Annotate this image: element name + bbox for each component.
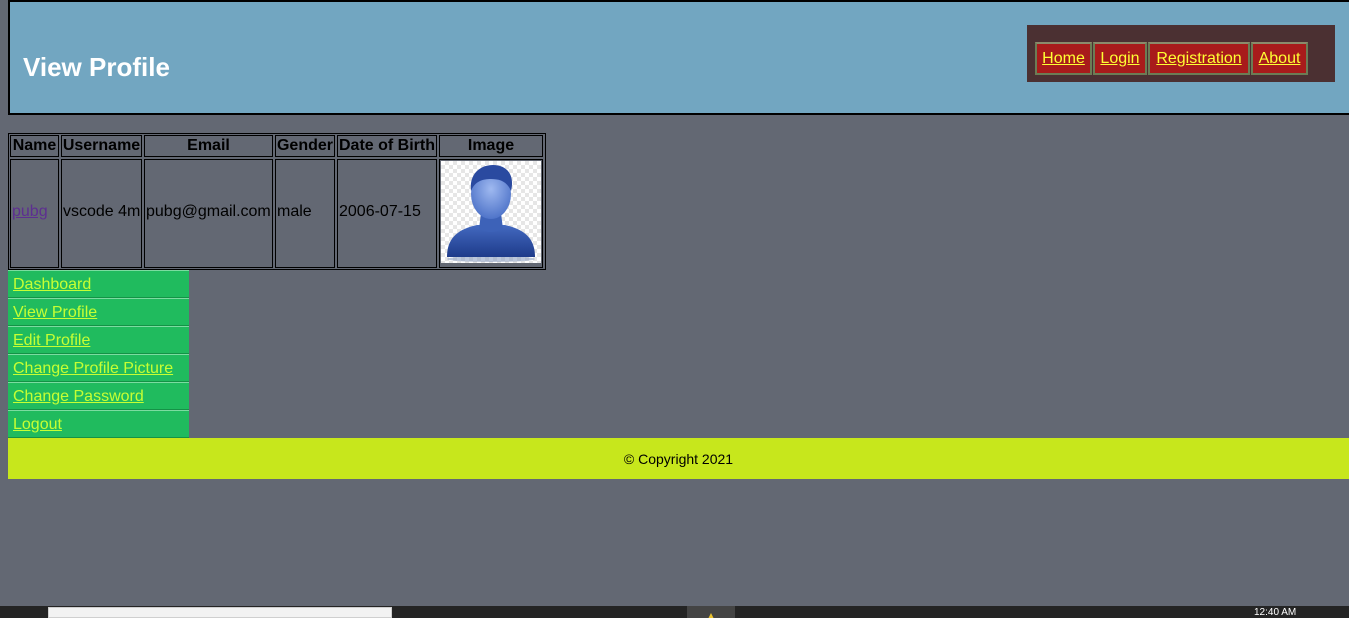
store-icon[interactable] — [604, 612, 620, 618]
profile-image — [441, 161, 541, 263]
nav-registration-link[interactable]: Registration — [1148, 42, 1250, 75]
sidebar-nav: Dashboard View Profile Edit Profile Chan… — [8, 270, 189, 438]
nav-about-link[interactable]: About — [1251, 42, 1308, 75]
cell-name: pubg — [10, 159, 59, 268]
cell-username: vscode 4m — [61, 159, 142, 268]
sidebar-item-change-password[interactable]: Change Password — [8, 382, 189, 410]
cell-email: pubg@gmail.com — [144, 159, 273, 268]
taskbar-clock: 12:40 AM — [1254, 607, 1297, 618]
sidebar-item-change-profile-picture[interactable]: Change Profile Picture — [8, 354, 189, 382]
column-header-image: Image — [439, 135, 543, 157]
cell-gender: male — [275, 159, 335, 268]
taskbar-active-app[interactable] — [687, 606, 735, 618]
sidebar-item-logout[interactable]: Logout — [8, 410, 189, 438]
site-header: View Profile Home Login Registration Abo… — [8, 0, 1349, 115]
page-title: View Profile — [23, 52, 170, 82]
nav-home-link[interactable]: Home — [1035, 42, 1092, 75]
column-header-gender: Gender — [275, 135, 335, 157]
column-header-email: Email — [144, 135, 273, 157]
column-header-name: Name — [10, 135, 59, 157]
browser-icon[interactable] — [506, 612, 522, 618]
profile-name-link[interactable]: pubg — [12, 203, 48, 220]
page: View Profile Home Login Registration Abo… — [0, 0, 1349, 618]
sidebar-item-dashboard[interactable]: Dashboard — [8, 270, 189, 298]
taskbar-search-box[interactable] — [48, 607, 392, 618]
footer: © Copyright 2021 — [8, 438, 1349, 479]
column-header-username: Username — [61, 135, 142, 157]
sidebar-item-edit-profile[interactable]: Edit Profile — [8, 326, 189, 354]
user-avatar-icon — [447, 165, 535, 262]
top-nav: Home Login Registration About — [1027, 25, 1335, 82]
sidebar-item-view-profile[interactable]: View Profile — [8, 298, 189, 326]
cell-dob: 2006-07-15 — [337, 159, 437, 268]
chrome-icon[interactable] — [654, 612, 670, 618]
column-header-dob: Date of Birth — [337, 135, 437, 157]
vscode-icon[interactable] — [758, 612, 774, 618]
nav-login-link[interactable]: Login — [1093, 42, 1147, 75]
taskbar: 12:40 AM — [0, 606, 1349, 618]
